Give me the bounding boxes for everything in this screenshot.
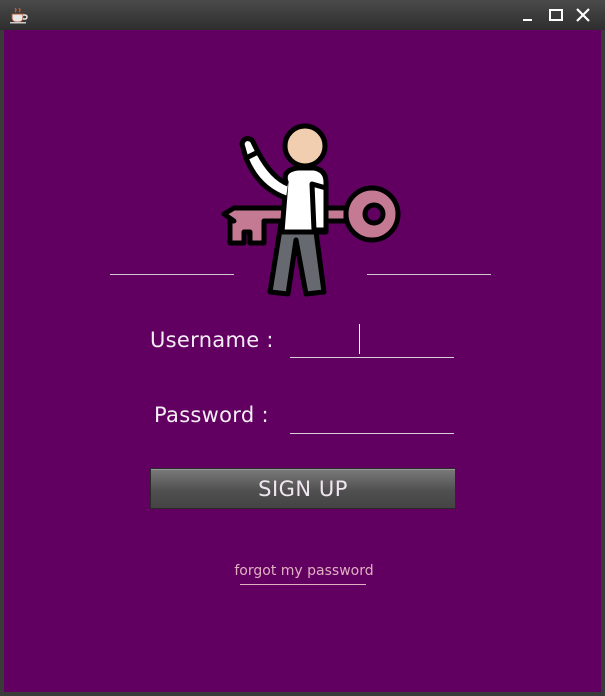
close-button[interactable]: [572, 4, 594, 26]
password-label: Password :: [154, 403, 269, 427]
coffee-cup-icon: [8, 6, 30, 24]
forgot-password-link[interactable]: forgot my password: [234, 563, 374, 579]
right-divider: [367, 274, 491, 275]
sign-up-button-label: SIGN UP: [258, 476, 348, 501]
minimize-icon: [523, 19, 532, 21]
login-panel: Username : Password : SIGN UP forgot my …: [4, 30, 601, 692]
text-caret: [359, 324, 360, 354]
maximize-button[interactable]: [545, 4, 567, 26]
sign-up-button[interactable]: SIGN UP: [150, 468, 456, 509]
maximize-icon: [549, 9, 563, 21]
forgot-password-underline: [240, 584, 366, 585]
password-input[interactable]: [290, 403, 454, 434]
left-divider: [110, 274, 234, 275]
username-label: Username :: [150, 328, 274, 352]
person-with-key-icon: [216, 122, 406, 306]
close-icon: [576, 8, 590, 22]
minimize-button[interactable]: [517, 4, 539, 26]
app-window: Username : Password : SIGN UP forgot my …: [0, 0, 605, 696]
username-input[interactable]: [290, 327, 454, 358]
title-bar[interactable]: [0, 0, 605, 30]
